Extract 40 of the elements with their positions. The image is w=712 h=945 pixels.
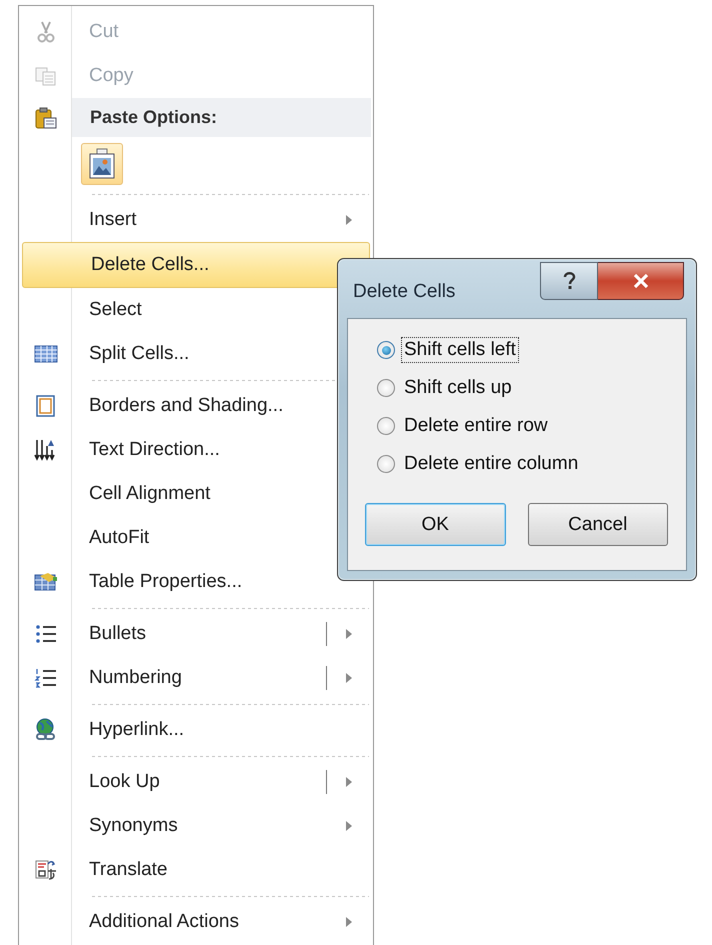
help-button[interactable] xyxy=(540,262,598,300)
menu-item[interactable]: Split Cells... xyxy=(21,332,371,376)
menu-item[interactable]: Borders and Shading... xyxy=(21,384,371,428)
numbered-list-icon xyxy=(34,666,58,690)
question-mark-icon xyxy=(562,272,576,290)
menu-item[interactable]: Numbering xyxy=(21,656,371,700)
radio-button[interactable] xyxy=(377,417,395,435)
menu-item[interactable]: Insert xyxy=(21,198,371,242)
dialog-button[interactable]: Cancel xyxy=(528,503,668,546)
submenu-arrow-icon xyxy=(345,916,353,928)
dialog-button[interactable]: OK xyxy=(365,503,506,546)
section-header: Paste Options: xyxy=(72,98,371,137)
menu-item[interactable]: Additional Actions xyxy=(21,900,371,944)
menu-item[interactable]: Table Properties... xyxy=(21,560,371,604)
submenu-arrow-icon xyxy=(345,628,353,640)
option-label[interactable]: Shift cells left xyxy=(401,337,519,363)
bullet-list-icon xyxy=(34,622,58,646)
menu-item[interactable]: Look Up xyxy=(21,760,371,804)
submenu-arrow-icon xyxy=(345,672,353,684)
radio-button[interactable] xyxy=(377,379,395,397)
submenu-arrow-icon xyxy=(345,776,353,788)
paste-picture-button[interactable] xyxy=(81,142,123,184)
menu-item[interactable]: Translate xyxy=(21,848,371,892)
menu-item[interactable]: Hyperlink... xyxy=(21,708,371,752)
radio-button[interactable] xyxy=(377,341,395,359)
close-icon xyxy=(632,273,650,289)
translate-icon xyxy=(34,858,58,882)
radio-button[interactable] xyxy=(377,455,395,473)
menu-item[interactable]: Synonyms xyxy=(21,804,371,848)
option-label[interactable]: Delete entire row xyxy=(401,413,551,439)
menu-item[interactable]: Bullets xyxy=(21,612,371,656)
submenu-arrow-icon xyxy=(345,820,353,832)
clipboard-icon xyxy=(34,106,58,130)
globe-link-icon xyxy=(34,718,58,742)
menu-item[interactable]: Text Direction... xyxy=(21,428,371,472)
close-button[interactable] xyxy=(598,262,684,300)
option-label[interactable]: Shift cells up xyxy=(401,375,515,401)
option-label[interactable]: Delete entire column xyxy=(401,451,582,477)
submenu-arrow-icon xyxy=(345,214,353,226)
page-icon xyxy=(34,394,58,418)
